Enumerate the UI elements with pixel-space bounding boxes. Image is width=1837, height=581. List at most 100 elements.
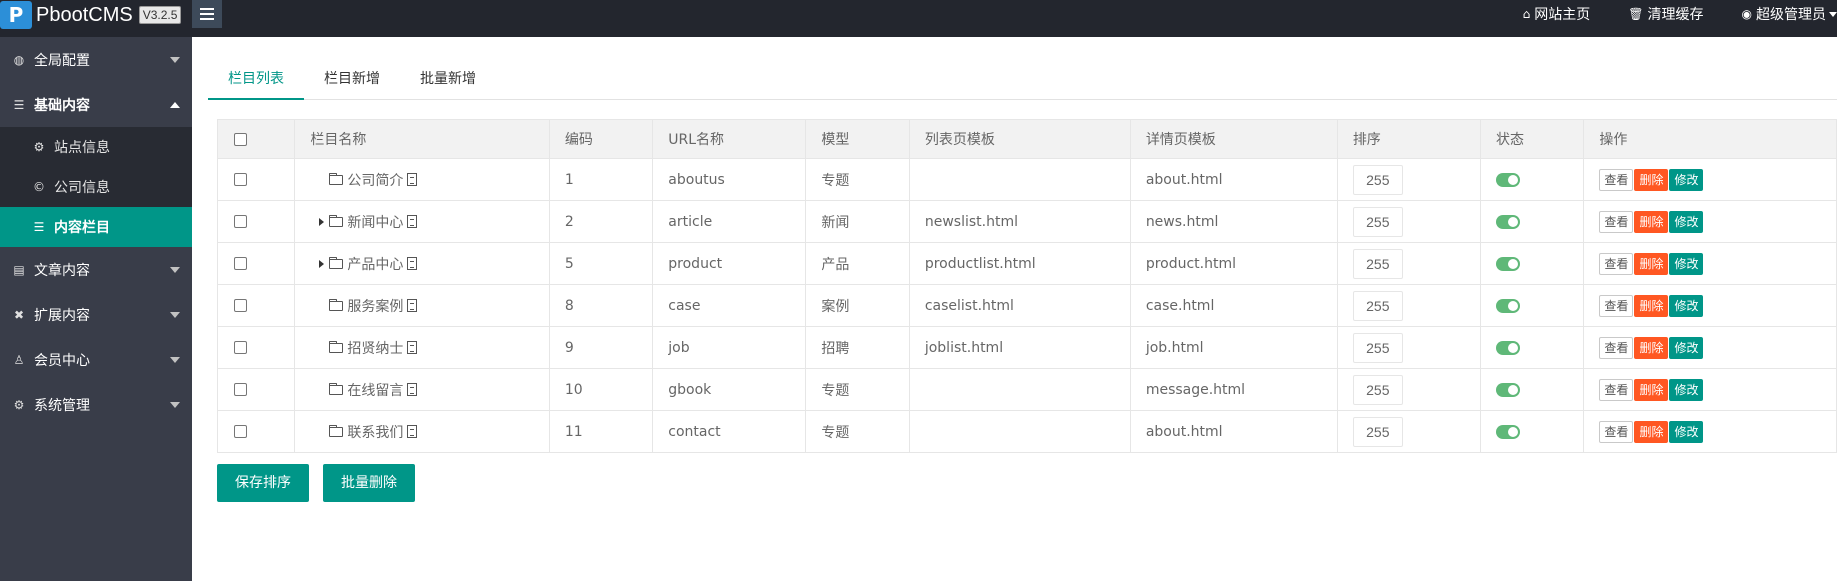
delete-button[interactable]: 删除 (1634, 168, 1669, 191)
actions-cell: 查看 删除 修改 (1583, 410, 1837, 453)
sidebar-item-label: 全局配置 (34, 52, 90, 69)
column-name: 新闻中心 (347, 214, 404, 231)
column-name: 服务案例 (347, 298, 404, 315)
tab-batch-add[interactable]: 批量新增 (400, 59, 496, 100)
view-button[interactable]: 查看 (1599, 294, 1634, 317)
sidebar: ◍ 全局配置 ☰ 基础内容 ⚙ 站点信息 © 公司信息 ☰ 内容栏目 ▤ 文章内… (0, 37, 192, 581)
sidebar-item-extension-content[interactable]: ✖ 扩展内容 (0, 292, 192, 337)
gear-icon: ⚙ (33, 140, 45, 154)
status-toggle[interactable] (1496, 298, 1520, 313)
sort-input[interactable] (1352, 332, 1403, 363)
delete-button[interactable]: 删除 (1634, 294, 1669, 317)
sidebar-item-content-columns[interactable]: ☰ 内容栏目 (0, 207, 192, 247)
sidebar-item-company-info[interactable]: © 公司信息 (0, 167, 192, 207)
name-cell: 服务案例 (294, 284, 550, 327)
select-all-checkbox[interactable] (234, 132, 247, 146)
globe-icon: ◍ (13, 52, 25, 67)
delete-button[interactable]: 删除 (1634, 378, 1669, 401)
view-button[interactable]: 查看 (1599, 252, 1634, 275)
home-icon: ⌂ (1522, 7, 1531, 21)
chevron-up-icon (170, 102, 180, 108)
edit-button[interactable]: 修改 (1669, 378, 1704, 401)
sidebar-item-basic-content[interactable]: ☰ 基础内容 (0, 82, 192, 127)
sort-input[interactable] (1352, 416, 1403, 447)
view-button[interactable]: 查看 (1599, 420, 1634, 443)
status-toggle[interactable] (1496, 172, 1520, 187)
chevron-down-icon (1829, 11, 1837, 17)
sort-input[interactable] (1352, 374, 1403, 405)
model-cell: 案例 (805, 284, 910, 327)
code-cell: 8 (548, 284, 654, 327)
list-template-cell: caselist.html (908, 284, 1131, 327)
url-cell: product (652, 242, 807, 285)
sidebar-item-system-management[interactable]: ⚙ 系统管理 (0, 382, 192, 427)
home-link[interactable]: ⌂ 网站主页 (1523, 4, 1591, 24)
edit-button[interactable]: 修改 (1669, 336, 1704, 359)
sort-input[interactable] (1352, 206, 1403, 237)
puzzle-icon: ✖ (13, 307, 25, 322)
status-cell (1479, 242, 1585, 285)
sort-input[interactable] (1352, 248, 1403, 279)
edit-button[interactable]: 修改 (1669, 420, 1704, 443)
sidebar-item-global-config[interactable]: ◍ 全局配置 (0, 37, 192, 82)
name-cell: 在线留言 (294, 368, 550, 411)
user-menu[interactable]: ◉ 超级管理员 (1742, 4, 1837, 24)
status-toggle[interactable] (1496, 214, 1520, 229)
status-toggle[interactable] (1496, 256, 1520, 271)
sidebar-item-label: 文章内容 (34, 262, 90, 279)
column-name: 联系我们 (347, 424, 404, 441)
row-checkbox[interactable] (234, 383, 247, 396)
row-checkbox[interactable] (234, 257, 247, 270)
menu-toggle-button[interactable] (192, 0, 222, 28)
status-cell (1479, 410, 1585, 453)
status-toggle[interactable] (1496, 424, 1520, 439)
table-row: 招贤纳士 9 job 招聘 joblist.html job.html 查看删除… (216, 326, 1837, 369)
detail-template-cell: about.html (1129, 410, 1338, 453)
detail-template-cell: about.html (1129, 158, 1338, 201)
document-icon (407, 425, 418, 438)
sidebar-item-member-center[interactable]: ♙ 会员中心 (0, 337, 192, 382)
table-header-row: 栏目名称 编码 URL名称 模型 列表页模板 详情页模板 排序 状态 操作 (216, 119, 1837, 159)
edit-button[interactable]: 修改 (1669, 210, 1704, 233)
save-sort-button[interactable]: 保存排序 (217, 464, 309, 502)
row-checkbox[interactable] (234, 425, 247, 438)
tab-column-add[interactable]: 栏目新增 (304, 59, 400, 100)
delete-button[interactable]: 删除 (1634, 210, 1669, 233)
sidebar-item-site-info[interactable]: ⚙ 站点信息 (0, 127, 192, 167)
row-checkbox[interactable] (234, 215, 247, 228)
edit-button[interactable]: 修改 (1669, 294, 1704, 317)
expand-arrow-icon[interactable] (319, 217, 325, 226)
row-checkbox[interactable] (234, 299, 247, 312)
expand-arrow-icon[interactable] (319, 259, 325, 268)
view-button[interactable]: 查看 (1599, 336, 1634, 359)
row-checkbox[interactable] (234, 341, 247, 354)
status-toggle[interactable] (1496, 382, 1520, 397)
col-header-list-template: 列表页模板 (908, 119, 1131, 159)
view-button[interactable]: 查看 (1599, 168, 1634, 191)
hamburger-icon (200, 8, 214, 10)
detail-template-cell: message.html (1129, 368, 1338, 411)
edit-button[interactable]: 修改 (1669, 252, 1704, 275)
table-row: 公司简介 1 aboutus 专题 about.html 查看删除修改 (216, 158, 1837, 201)
clear-cache-link[interactable]: 🗑 清理缓存 (1628, 4, 1703, 24)
view-button[interactable]: 查看 (1599, 378, 1634, 401)
view-button[interactable]: 查看 (1599, 210, 1634, 233)
delete-button[interactable]: 删除 (1634, 420, 1669, 443)
delete-button[interactable]: 删除 (1634, 252, 1669, 275)
tab-bar: 栏目列表 栏目新增 批量新增 (208, 59, 1837, 100)
edit-button[interactable]: 修改 (1669, 168, 1704, 191)
chevron-down-icon (170, 357, 180, 363)
sidebar-item-label: 系统管理 (34, 397, 90, 414)
code-cell: 2 (548, 200, 654, 243)
gear-icon: ⚙ (13, 397, 25, 412)
sort-cell (1336, 410, 1482, 453)
row-checkbox[interactable] (234, 173, 247, 186)
batch-delete-button[interactable]: 批量删除 (323, 464, 415, 502)
sidebar-item-article-content[interactable]: ▤ 文章内容 (0, 247, 192, 292)
delete-button[interactable]: 删除 (1634, 336, 1669, 359)
sort-input[interactable] (1352, 164, 1403, 195)
tab-column-list[interactable]: 栏目列表 (208, 59, 304, 100)
logo[interactable]: P PbootCMS V3.2.5 (0, 0, 182, 30)
status-toggle[interactable] (1496, 340, 1520, 355)
sort-input[interactable] (1352, 290, 1403, 321)
